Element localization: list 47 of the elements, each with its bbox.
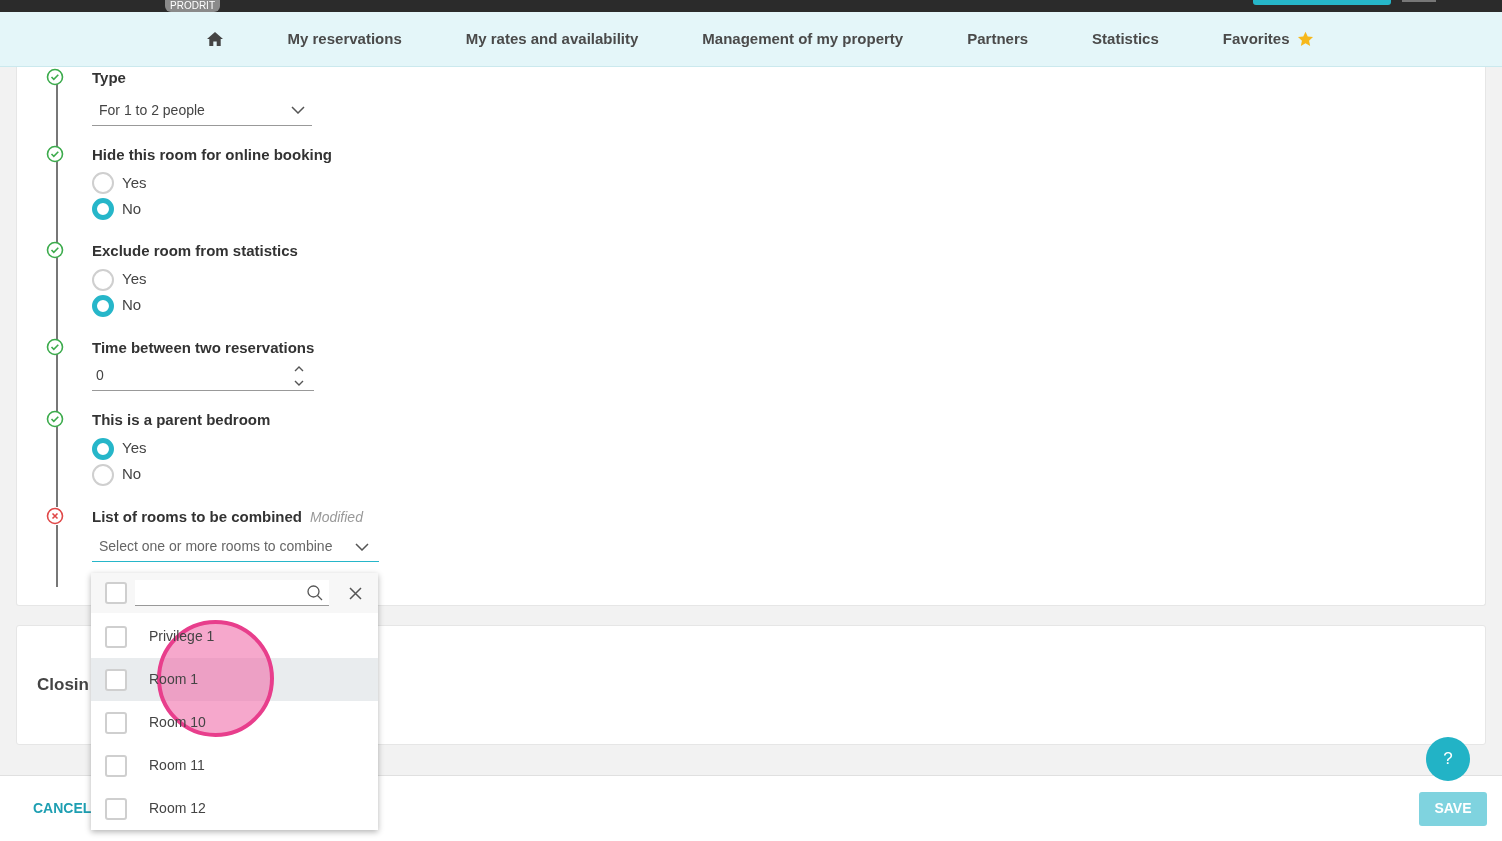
- environment-badge: PRODRIT: [165, 0, 220, 12]
- radio-button[interactable]: [92, 294, 114, 317]
- spinner-icon: [294, 364, 304, 387]
- dropdown-option[interactable]: Room 12: [91, 787, 378, 830]
- field-label: Type: [92, 68, 126, 88]
- rooms-select[interactable]: Select one or more rooms to combine: [92, 532, 379, 562]
- search-icon: [307, 584, 323, 601]
- checkbox[interactable]: [105, 582, 127, 604]
- radio-button[interactable]: [92, 463, 114, 486]
- star-icon: [1297, 31, 1315, 47]
- nav-link[interactable]: My reservations: [287, 27, 402, 51]
- modified-note: Modified: [310, 507, 363, 527]
- number-field[interactable]: 0: [92, 361, 314, 391]
- field-label: List of rooms to be combined: [92, 506, 302, 527]
- chevron-down-icon: [355, 542, 369, 551]
- radio-button[interactable]: [92, 437, 114, 460]
- radio-label: Yes: [122, 172, 147, 193]
- nav-link[interactable]: Statistics: [1092, 27, 1159, 51]
- nav-link[interactable]: My rates and availability: [465, 27, 639, 51]
- radio-label: No: [122, 198, 142, 219]
- search-field[interactable]: [135, 580, 329, 606]
- field-label: Hide this room for online booking: [92, 144, 332, 165]
- radio-button[interactable]: [92, 172, 114, 194]
- field-label: Time between two reservations: [92, 337, 315, 358]
- radio-label: Yes: [122, 269, 147, 290]
- close-icon[interactable]: [349, 586, 362, 600]
- field-label: This is a parent bedroom: [92, 410, 271, 430]
- home-icon[interactable]: [205, 31, 224, 47]
- favorites-link[interactable]: Favorites: [1222, 27, 1315, 51]
- nav-link[interactable]: Management of my property: [702, 27, 904, 51]
- checkbox[interactable]: [105, 797, 127, 820]
- radio-label: No: [122, 295, 142, 316]
- checkbox[interactable]: [105, 668, 127, 691]
- chevron-down-icon: [291, 106, 305, 114]
- radio-label: Yes: [122, 438, 147, 459]
- radio-label: No: [122, 464, 142, 485]
- top-button[interactable]: [1253, 0, 1391, 5]
- checkbox[interactable]: [105, 711, 127, 734]
- type-select[interactable]: For 1 to 2 people: [92, 95, 312, 126]
- checkbox[interactable]: [105, 625, 127, 648]
- radio-button[interactable]: [92, 268, 114, 291]
- section-title: Closin: [37, 674, 89, 697]
- nav-link[interactable]: Partners: [967, 27, 1029, 51]
- radio-button[interactable]: [92, 198, 114, 220]
- dropdown-option[interactable]: Room 11: [91, 744, 378, 787]
- field-label: Exclude room from statistics: [92, 241, 298, 261]
- checkbox[interactable]: [105, 754, 127, 777]
